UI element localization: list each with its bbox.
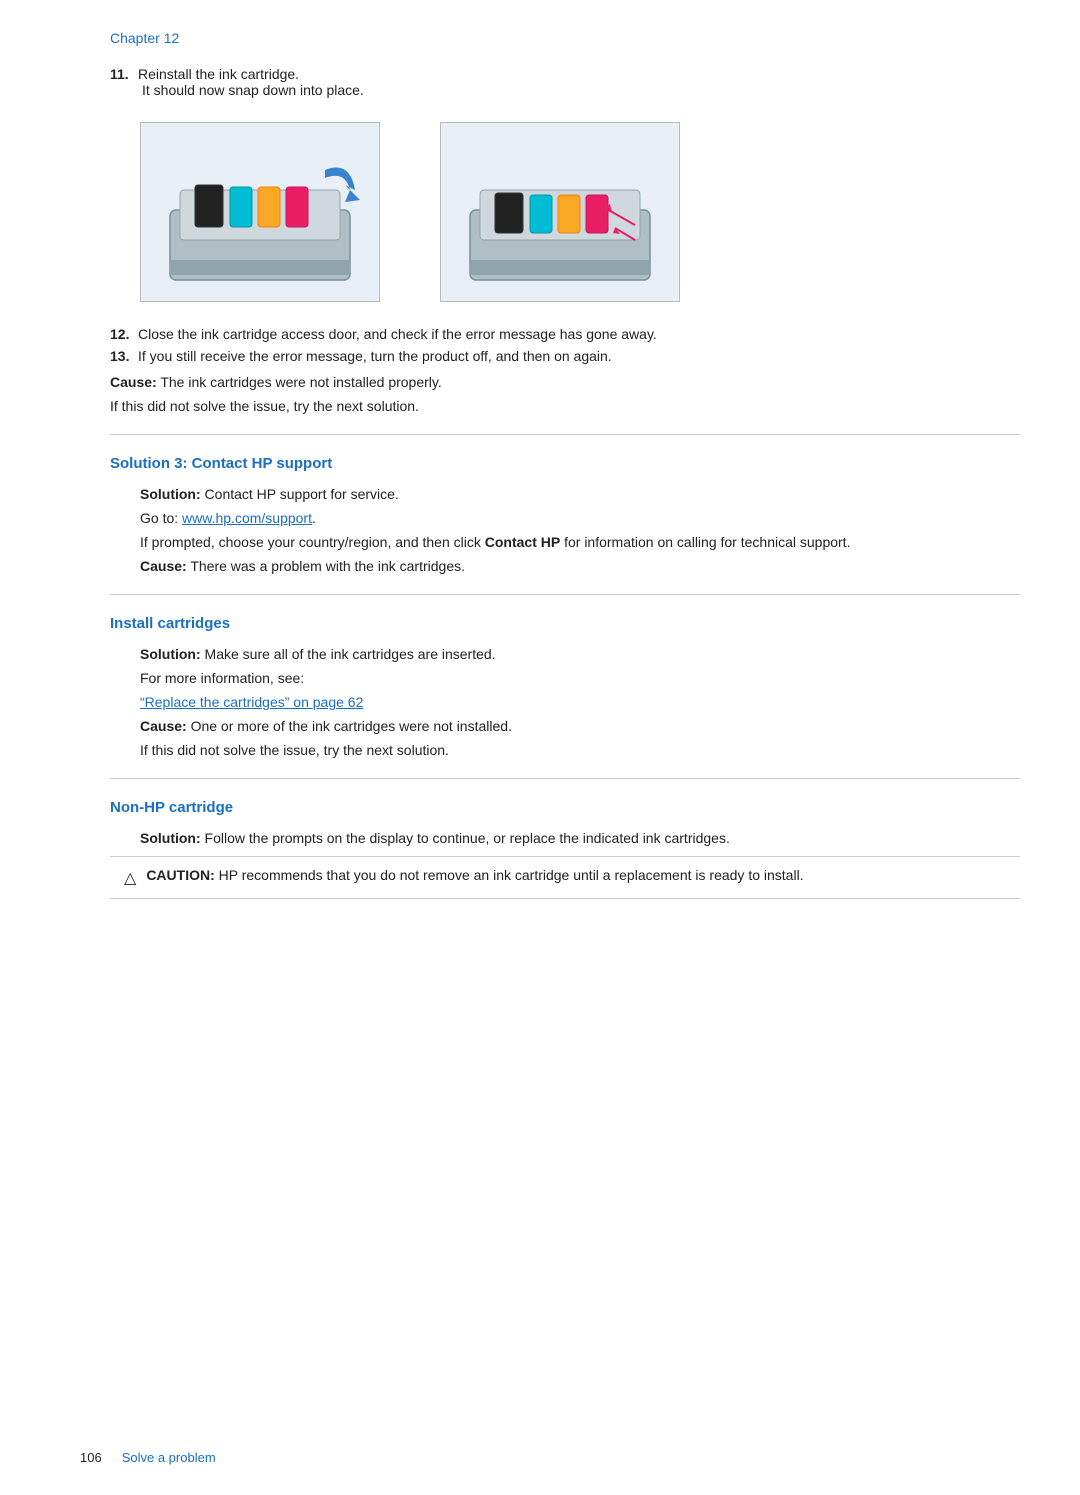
solution3-solution: Solution: Contact HP support for service…: [110, 486, 1020, 502]
solution3-cause-label: Cause:: [140, 558, 187, 574]
printer-image-left: [140, 122, 380, 302]
caution-block: △ CAUTION: HP recommends that you do not…: [110, 856, 1020, 899]
solution3-bold: Contact HP: [485, 534, 560, 550]
step-11-number: 11.: [110, 66, 132, 98]
solution3-body-text2: for information on calling for technical…: [560, 534, 850, 550]
non-hp-solution: Solution: Follow the prompts on the disp…: [110, 830, 1020, 846]
footer-page-number: 106: [80, 1450, 102, 1465]
install-link[interactable]: “Replace the cartridges” on page 62: [140, 694, 363, 710]
install-cause-text: One or more of the ink cartridges were n…: [191, 718, 512, 734]
solution3-go-to: Go to:: [140, 510, 182, 526]
install-solution: Solution: Make sure all of the ink cartr…: [110, 646, 1020, 662]
non-hp-solution-text: Follow the prompts on the display to con…: [205, 830, 730, 846]
solution3-solution-text: Contact HP support for service.: [205, 486, 399, 502]
divider-1: [110, 434, 1020, 435]
step-13-number: 13.: [110, 348, 132, 364]
divider-3: [110, 778, 1020, 779]
solution3-solution-label: Solution:: [140, 486, 201, 502]
solution3-body-text: If prompted, choose your country/region,…: [140, 534, 485, 550]
step-12-content: Close the ink cartridge access door, and…: [138, 326, 657, 342]
solution3-body: If prompted, choose your country/region,…: [110, 534, 1020, 550]
step-12-number: 12.: [110, 326, 132, 342]
step-11: 11. Reinstall the ink cartridge. It shou…: [110, 66, 1020, 98]
solution3-cause: Cause: There was a problem with the ink …: [110, 558, 1020, 574]
solution3-link[interactable]: www.hp.com/support: [182, 510, 312, 526]
solution3-cause-text: There was a problem with the ink cartrid…: [190, 558, 465, 574]
non-hp-section: Non-HP cartridge Solution: Follow the pr…: [110, 799, 1020, 899]
step-12-main: Close the ink cartridge access door, and…: [138, 326, 657, 342]
caution-text: HP recommends that you do not remove an …: [219, 867, 804, 883]
cause-1-label: Cause:: [110, 374, 157, 390]
if-not-solve-1: If this did not solve the issue, try the…: [110, 398, 1020, 414]
step-12: 12. Close the ink cartridge access door,…: [110, 326, 1020, 342]
chapter-label: Chapter 12: [110, 30, 1020, 46]
install-for-more: For more information, see:: [110, 670, 1020, 686]
caution-label: CAUTION:: [146, 867, 214, 883]
install-for-more-text: For more information, see:: [140, 670, 304, 686]
step-13-content: If you still receive the error message, …: [138, 348, 612, 364]
footer: 106 Solve a problem: [80, 1450, 1020, 1465]
step-11-content: Reinstall the ink cartridge. It should n…: [138, 66, 364, 98]
install-cause-label: Cause:: [140, 718, 187, 734]
step-11-sub: It should now snap down into place.: [142, 82, 364, 98]
non-hp-heading: Non-HP cartridge: [110, 799, 1020, 816]
step-13: 13. If you still receive the error messa…: [110, 348, 1020, 364]
step-13-main: If you still receive the error message, …: [138, 348, 612, 364]
divider-2: [110, 594, 1020, 595]
printer-image-right: [440, 122, 680, 302]
cause-1-text: The ink cartridges were not installed pr…: [160, 374, 441, 390]
install-cartridges-heading: Install cartridges: [110, 615, 1020, 632]
install-solution-text: Make sure all of the ink cartridges are …: [205, 646, 496, 662]
install-cartridges-section: Install cartridges Solution: Make sure a…: [110, 615, 1020, 758]
install-cause: Cause: One or more of the ink cartridges…: [110, 718, 1020, 734]
caution-content: CAUTION: HP recommends that you do not r…: [146, 867, 803, 883]
install-link-block: “Replace the cartridges” on page 62: [110, 694, 1020, 710]
solution3-section: Solution 3: Contact HP support Solution:…: [110, 455, 1020, 574]
install-solution-label: Solution:: [140, 646, 201, 662]
non-hp-solution-label: Solution:: [140, 830, 201, 846]
step-11-main: Reinstall the ink cartridge.: [138, 66, 299, 82]
cause-1: Cause: The ink cartridges were not insta…: [110, 374, 1020, 390]
solution3-heading: Solution 3: Contact HP support: [110, 455, 1020, 472]
caution-triangle-icon: △: [124, 868, 136, 888]
images-row: [140, 122, 1020, 302]
solution3-goto: Go to: www.hp.com/support.: [110, 510, 1020, 526]
footer-section-label: Solve a problem: [122, 1450, 216, 1465]
install-if-not-solve: If this did not solve the issue, try the…: [110, 742, 1020, 758]
